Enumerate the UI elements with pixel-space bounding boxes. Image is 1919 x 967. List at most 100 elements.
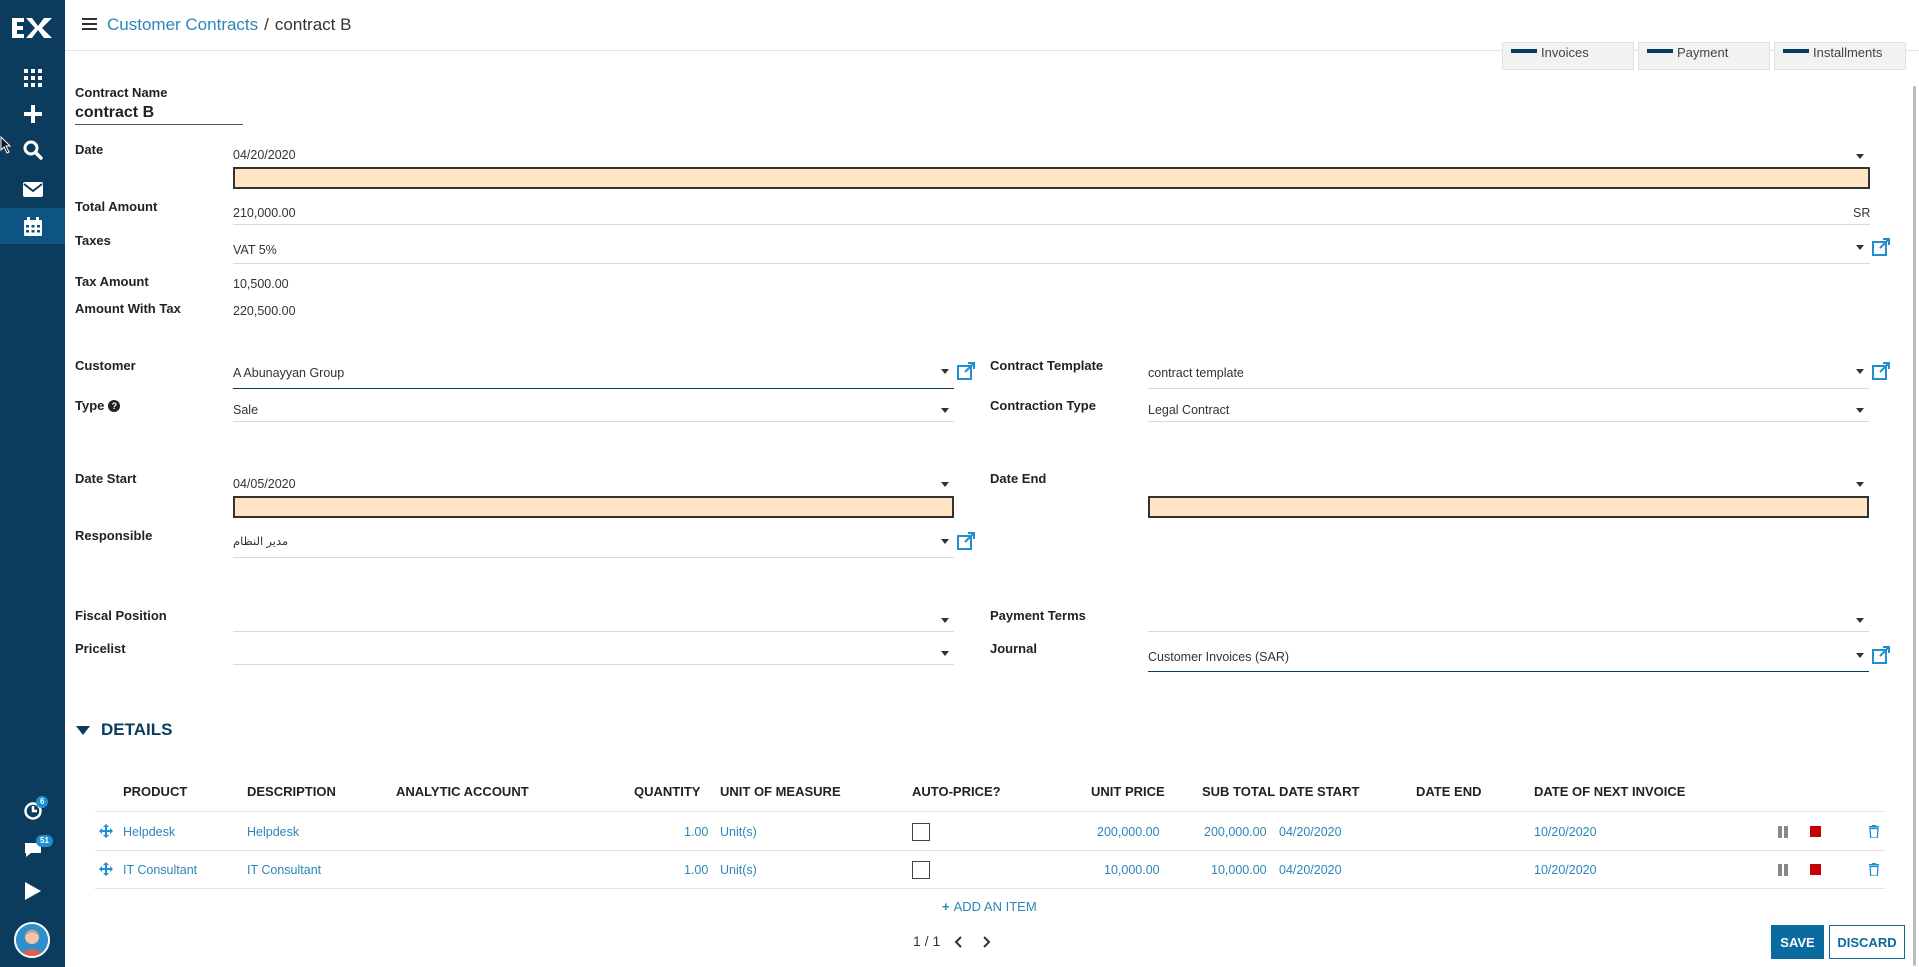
payment-terms-dropdown-icon[interactable] bbox=[1856, 618, 1864, 623]
type-underline bbox=[233, 421, 954, 422]
col-unit-price[interactable]: Unit Price bbox=[1091, 784, 1165, 799]
date-dropdown-icon[interactable] bbox=[1856, 154, 1864, 159]
col-unit-of-measure[interactable]: Unit of Measure bbox=[720, 784, 841, 799]
row2-product[interactable]: IT Consultant bbox=[123, 863, 197, 877]
date-end-dropdown-icon[interactable] bbox=[1856, 482, 1864, 487]
col-date-start[interactable]: Date Start bbox=[1279, 784, 1359, 799]
row1-description[interactable]: Helpdesk bbox=[247, 825, 299, 839]
col-quantity[interactable]: Quantity bbox=[634, 784, 700, 799]
type-dropdown-icon[interactable] bbox=[941, 408, 949, 413]
row1-quantity[interactable]: 1.00 bbox=[684, 825, 708, 839]
col-sub-total[interactable]: Sub Total bbox=[1202, 784, 1275, 799]
drag-handle-icon[interactable] bbox=[99, 824, 113, 838]
save-button[interactable]: SAVE bbox=[1771, 925, 1824, 959]
row1-unit-price[interactable]: 200,000.00 bbox=[1097, 825, 1160, 839]
activity-icon[interactable]: 6 bbox=[0, 793, 65, 829]
row2-sub-total[interactable]: 10,000.00 bbox=[1211, 863, 1267, 877]
row2-date-start[interactable]: 04/20/2020 bbox=[1279, 863, 1342, 877]
total-amount-field[interactable]: 210,000.00 bbox=[233, 206, 296, 220]
row1-stop-icon[interactable] bbox=[1810, 826, 1821, 837]
responsible-external-link-icon[interactable] bbox=[957, 532, 975, 550]
drag-handle-icon[interactable] bbox=[99, 862, 113, 876]
responsible-label: Responsible bbox=[75, 528, 153, 543]
row2-uom[interactable]: Unit(s) bbox=[720, 863, 757, 877]
row2-next-invoice[interactable]: 10/20/2020 bbox=[1534, 863, 1597, 877]
mail-icon[interactable] bbox=[0, 171, 65, 207]
date-start-dropdown-icon[interactable] bbox=[941, 482, 949, 487]
amount-with-tax-field: 220,500.00 bbox=[233, 304, 296, 318]
row2-pause-icon[interactable] bbox=[1778, 864, 1788, 876]
contraction-type-field[interactable]: Legal Contract bbox=[1148, 403, 1229, 417]
date-field[interactable]: 04/20/2020 bbox=[233, 148, 296, 162]
contract-template-external-link-icon[interactable] bbox=[1872, 362, 1890, 380]
discard-button[interactable]: DISCARD bbox=[1829, 925, 1905, 959]
row1-trash-icon[interactable] bbox=[1869, 825, 1879, 838]
row2-auto-price-checkbox[interactable] bbox=[912, 861, 930, 879]
pricelist-dropdown-icon[interactable] bbox=[941, 651, 949, 656]
scrollbar[interactable] bbox=[1913, 86, 1916, 966]
contraction-type-label: Contraction Type bbox=[990, 398, 1096, 413]
col-product[interactable]: Product bbox=[123, 784, 187, 799]
date-start-label: Date Start bbox=[75, 471, 137, 486]
journal-dropdown-icon[interactable] bbox=[1856, 653, 1864, 658]
row1-product[interactable]: Helpdesk bbox=[123, 825, 175, 839]
date-start-time-input[interactable] bbox=[233, 496, 954, 518]
taxes-external-link-icon[interactable] bbox=[1872, 238, 1890, 256]
customer-field[interactable]: A Abunayyan Group bbox=[233, 366, 344, 380]
contraction-type-underline bbox=[1148, 421, 1869, 422]
row2-stop-icon[interactable] bbox=[1810, 864, 1821, 875]
date-start-field[interactable]: 04/05/2020 bbox=[233, 477, 296, 491]
mouse-cursor bbox=[0, 135, 12, 157]
apps-icon[interactable] bbox=[0, 60, 65, 96]
contract-template-dropdown-icon[interactable] bbox=[1856, 369, 1864, 374]
type-help-icon[interactable]: ? bbox=[108, 400, 121, 412]
journal-field[interactable]: Customer Invoices (SAR) bbox=[1148, 650, 1289, 664]
col-description[interactable]: Description bbox=[247, 784, 336, 799]
col-auto-price[interactable]: Auto-price? bbox=[912, 784, 1001, 799]
play-icon[interactable] bbox=[0, 873, 65, 909]
fiscal-position-dropdown-icon[interactable] bbox=[941, 618, 949, 623]
date-end-time-input[interactable] bbox=[1148, 496, 1869, 518]
pricelist-underline bbox=[233, 664, 954, 665]
row1-next-invoice[interactable]: 10/20/2020 bbox=[1534, 825, 1597, 839]
details-collapse-icon[interactable] bbox=[76, 726, 90, 735]
responsible-underline bbox=[233, 557, 954, 558]
row1-uom[interactable]: Unit(s) bbox=[720, 825, 757, 839]
plus-icon[interactable] bbox=[0, 96, 65, 132]
col-date-next-invoice[interactable]: Date of Next Invoice bbox=[1534, 784, 1685, 799]
row2-description[interactable]: IT Consultant bbox=[247, 863, 321, 877]
type-label: Type? bbox=[75, 398, 121, 413]
customer-external-link-icon[interactable] bbox=[957, 362, 975, 380]
total-amount-label: Total Amount bbox=[75, 199, 158, 214]
pricelist-label: Pricelist bbox=[75, 641, 126, 656]
row2-trash-icon[interactable] bbox=[1869, 863, 1879, 876]
next-page-icon[interactable] bbox=[981, 936, 991, 948]
responsible-dropdown-icon[interactable] bbox=[941, 539, 949, 544]
type-field[interactable]: Sale bbox=[233, 403, 258, 417]
date-time-input[interactable] bbox=[233, 167, 1870, 189]
row1-auto-price-checkbox[interactable] bbox=[912, 823, 930, 841]
chat-icon[interactable]: 51 bbox=[0, 832, 65, 868]
app-logo[interactable] bbox=[10, 14, 54, 42]
contract-name-underline bbox=[75, 124, 243, 125]
row1-date-start[interactable]: 04/20/2020 bbox=[1279, 825, 1342, 839]
journal-external-link-icon[interactable] bbox=[1872, 646, 1890, 664]
col-date-end[interactable]: Date End bbox=[1416, 784, 1481, 799]
responsible-field[interactable]: مدير النظام bbox=[233, 534, 288, 548]
add-item-button[interactable]: + ADD AN ITEM bbox=[942, 899, 1037, 914]
calendar-icon[interactable] bbox=[0, 208, 65, 244]
avatar[interactable] bbox=[14, 922, 50, 958]
customer-dropdown-icon[interactable] bbox=[941, 369, 949, 374]
row1-pause-icon[interactable] bbox=[1778, 826, 1788, 838]
details-section-title[interactable]: DETAILS bbox=[101, 720, 172, 740]
contraction-type-dropdown-icon[interactable] bbox=[1856, 408, 1864, 413]
col-analytic-account[interactable]: Analytic Account bbox=[396, 784, 529, 799]
contract-template-field[interactable]: contract template bbox=[1148, 366, 1244, 380]
contract-name-field[interactable]: contract B bbox=[75, 104, 154, 122]
row2-quantity[interactable]: 1.00 bbox=[684, 863, 708, 877]
row2-unit-price[interactable]: 10,000.00 bbox=[1104, 863, 1160, 877]
taxes-dropdown-icon[interactable] bbox=[1856, 245, 1864, 250]
taxes-field[interactable]: VAT 5% bbox=[233, 243, 277, 257]
row1-sub-total[interactable]: 200,000.00 bbox=[1204, 825, 1267, 839]
prev-page-icon[interactable] bbox=[954, 936, 964, 948]
